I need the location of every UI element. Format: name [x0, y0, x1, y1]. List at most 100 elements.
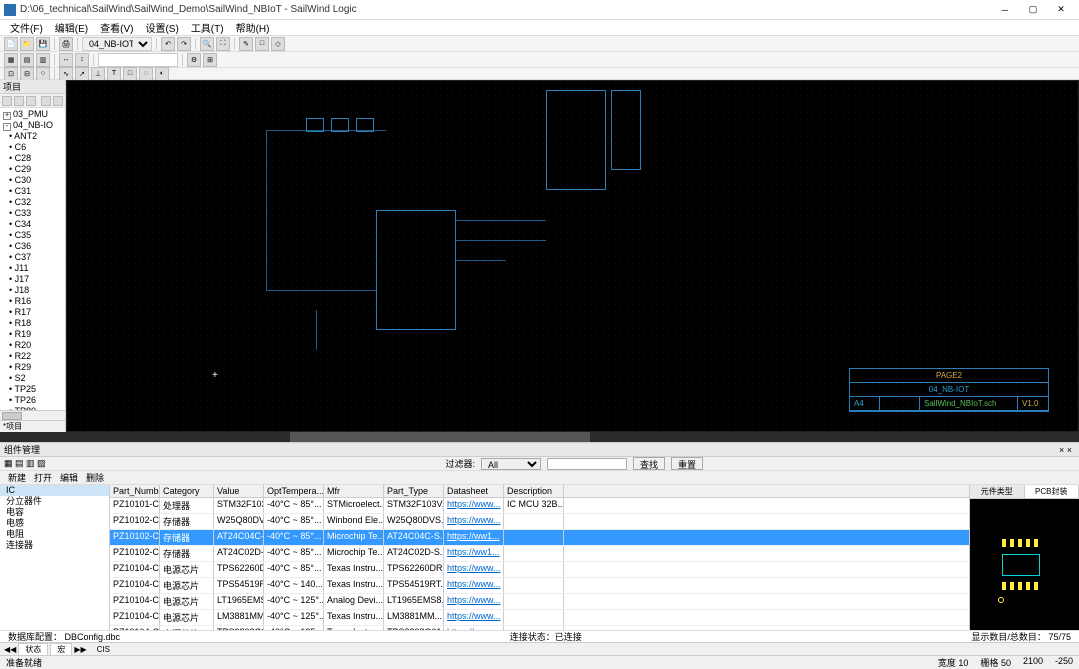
table-row[interactable]: PZ10102-C00...存储器AT24C02D-S...-40°C ~ 85… — [110, 546, 969, 562]
drawtool-icon[interactable]: ○ — [36, 67, 50, 81]
net-wire[interactable] — [266, 130, 267, 290]
net-wire[interactable] — [456, 260, 506, 261]
drawtool-icon[interactable]: ◌ — [139, 67, 153, 81]
drawtool-icon[interactable]: ◐ — [155, 67, 169, 81]
drawtool-icon[interactable]: ⊟ — [20, 67, 34, 81]
table-row[interactable]: PZ10102-C00...存储器AT24C04C-S...-40°C ~ 85… — [110, 530, 969, 546]
tree-node[interactable]: • R18 — [1, 318, 64, 329]
tree-node[interactable]: • J17 — [1, 274, 64, 285]
preview-canvas[interactable] — [970, 499, 1079, 630]
col-header[interactable]: Mfr — [324, 485, 384, 497]
tool-icon[interactable]: ↔ — [59, 53, 73, 67]
tree-tool-icon[interactable] — [26, 96, 36, 106]
search-input[interactable] — [547, 458, 627, 470]
table-row[interactable]: PZ10104-C00...电源芯片LT1965EMS8...-40°C ~ 1… — [110, 594, 969, 610]
search-button[interactable]: 查找 — [633, 457, 665, 470]
tree-node[interactable]: +03_PMU — [1, 109, 64, 120]
parts-table[interactable]: Part_Number Category Value OptTempera...… — [110, 485, 969, 630]
tree-node[interactable]: • C6 — [1, 142, 64, 153]
tree-node[interactable]: • J18 — [1, 285, 64, 296]
tool-icon[interactable]: ◇ — [271, 37, 285, 51]
menu-help[interactable]: 帮助(H) — [230, 20, 276, 35]
schematic-component[interactable] — [611, 90, 641, 170]
tree-tool-icon[interactable] — [2, 96, 12, 106]
table-row[interactable]: PZ10104-C00...电源芯片TPS62260DR...-40°C ~ 8… — [110, 562, 969, 578]
tree-node[interactable]: • R16 — [1, 296, 64, 307]
tree-node[interactable]: • R17 — [1, 307, 64, 318]
tool-icon[interactable]: ▥ — [36, 53, 50, 67]
tree-node[interactable]: • ANT2 — [1, 131, 64, 142]
save-icon[interactable]: 💾 — [36, 37, 50, 51]
tree-node[interactable]: • C36 — [1, 241, 64, 252]
col-header[interactable]: Part_Type — [384, 485, 444, 497]
tree-node[interactable]: • C33 — [1, 208, 64, 219]
redo-icon[interactable]: ↷ — [177, 37, 191, 51]
tree-node[interactable]: • C28 — [1, 153, 64, 164]
preview-tab-footprint[interactable]: PCB封装 — [1025, 485, 1079, 498]
toolbar-icon[interactable]: ▦ ▤ ▥ ▨ — [4, 458, 46, 469]
tree-node[interactable]: • R22 — [1, 351, 64, 362]
tab-nav-right-icon[interactable]: ▶▶ — [74, 645, 86, 654]
maximize-button[interactable]: ▢ — [1019, 1, 1047, 19]
tree-node[interactable]: • S2 — [1, 373, 64, 384]
project-tree[interactable]: +03_PMU-04_NB-IO• ANT2• C6• C28• C29• C3… — [0, 108, 65, 410]
tool-icon[interactable]: ⊞ — [203, 53, 217, 67]
tree-node[interactable]: • C35 — [1, 230, 64, 241]
undo-icon[interactable]: ↶ — [161, 37, 175, 51]
tree-node[interactable]: • C29 — [1, 164, 64, 175]
category-item[interactable]: 分立器件 — [0, 496, 109, 507]
net-wire[interactable] — [456, 220, 546, 221]
open-icon[interactable]: 📁 — [20, 37, 34, 51]
tab-new[interactable]: 新建 — [4, 471, 30, 484]
datasheet-link[interactable]: https://www... — [447, 499, 501, 509]
drawtool-icon[interactable]: □ — [123, 67, 137, 81]
zoom-fit-icon[interactable]: ⛶ — [216, 37, 230, 51]
tree-node[interactable]: -04_NB-IO — [1, 120, 64, 131]
tree-node[interactable]: • C30 — [1, 175, 64, 186]
preview-tab-symbol[interactable]: 元件类型 — [970, 485, 1025, 498]
category-item[interactable]: 连接器 — [0, 540, 109, 551]
panel-close-icon[interactable]: × × — [1056, 445, 1075, 455]
menu-settings[interactable]: 设置(S) — [139, 20, 184, 35]
tree-tab[interactable]: *项目 — [0, 420, 65, 432]
table-row[interactable]: PZ10104-C00...电源芯片LM3881MM/...-40°C ~ 12… — [110, 610, 969, 626]
canvas-scrollbar-h[interactable] — [0, 432, 1079, 442]
menu-view[interactable]: 查看(V) — [94, 20, 139, 35]
schematic-component[interactable] — [376, 210, 456, 330]
table-row[interactable]: PZ10104-C00...电源芯片TPS3808G01...-40°C ~ 1… — [110, 626, 969, 630]
footer-tab-macro[interactable]: 宏 — [50, 643, 72, 656]
tab-delete[interactable]: 删除 — [82, 471, 108, 484]
col-header[interactable]: Category — [160, 485, 214, 497]
print-icon[interactable]: 🖨 — [59, 37, 73, 51]
footer-tab-status[interactable]: 状态 — [18, 643, 48, 656]
schematic-component[interactable] — [356, 118, 374, 132]
drawtool-icon[interactable]: T — [107, 67, 121, 81]
zoom-icon[interactable]: 🔍 — [200, 37, 214, 51]
tree-close-icon[interactable] — [53, 96, 63, 106]
tree-node[interactable]: • C37 — [1, 252, 64, 263]
tree-scrollbar-h[interactable] — [0, 410, 65, 420]
schematic-component[interactable] — [546, 90, 606, 190]
filter-select[interactable]: All — [481, 458, 541, 470]
category-item[interactable]: 电容 — [0, 507, 109, 518]
tool-icon[interactable]: □ — [255, 37, 269, 51]
table-row[interactable]: PZ10102-C00...存储器W25Q80DVS...-40°C ~ 85°… — [110, 514, 969, 530]
datasheet-link[interactable]: https://www... — [447, 515, 501, 525]
tool-icon[interactable]: ▦ — [4, 53, 18, 67]
tree-node[interactable]: • TP25 — [1, 384, 64, 395]
datasheet-link[interactable]: https://ww1... — [447, 531, 500, 541]
tree-node[interactable]: • R29 — [1, 362, 64, 373]
tree-node[interactable]: • C34 — [1, 219, 64, 230]
datasheet-link[interactable]: https://www... — [447, 595, 501, 605]
category-item[interactable]: 电阻 — [0, 529, 109, 540]
drawtool-icon[interactable]: ∿ — [59, 67, 73, 81]
scrollbar-thumb[interactable] — [290, 432, 590, 442]
tree-node[interactable]: • C31 — [1, 186, 64, 197]
schematic-component[interactable] — [306, 118, 324, 132]
net-wire[interactable] — [316, 310, 317, 350]
new-icon[interactable]: 📄 — [4, 37, 18, 51]
reset-button[interactable]: 重置 — [671, 457, 703, 470]
tool-icon[interactable]: ↕ — [75, 53, 89, 67]
search-input[interactable] — [98, 53, 178, 67]
table-row[interactable]: PZ10101-C00...处理器STM32F103V...-40°C ~ 85… — [110, 498, 969, 514]
